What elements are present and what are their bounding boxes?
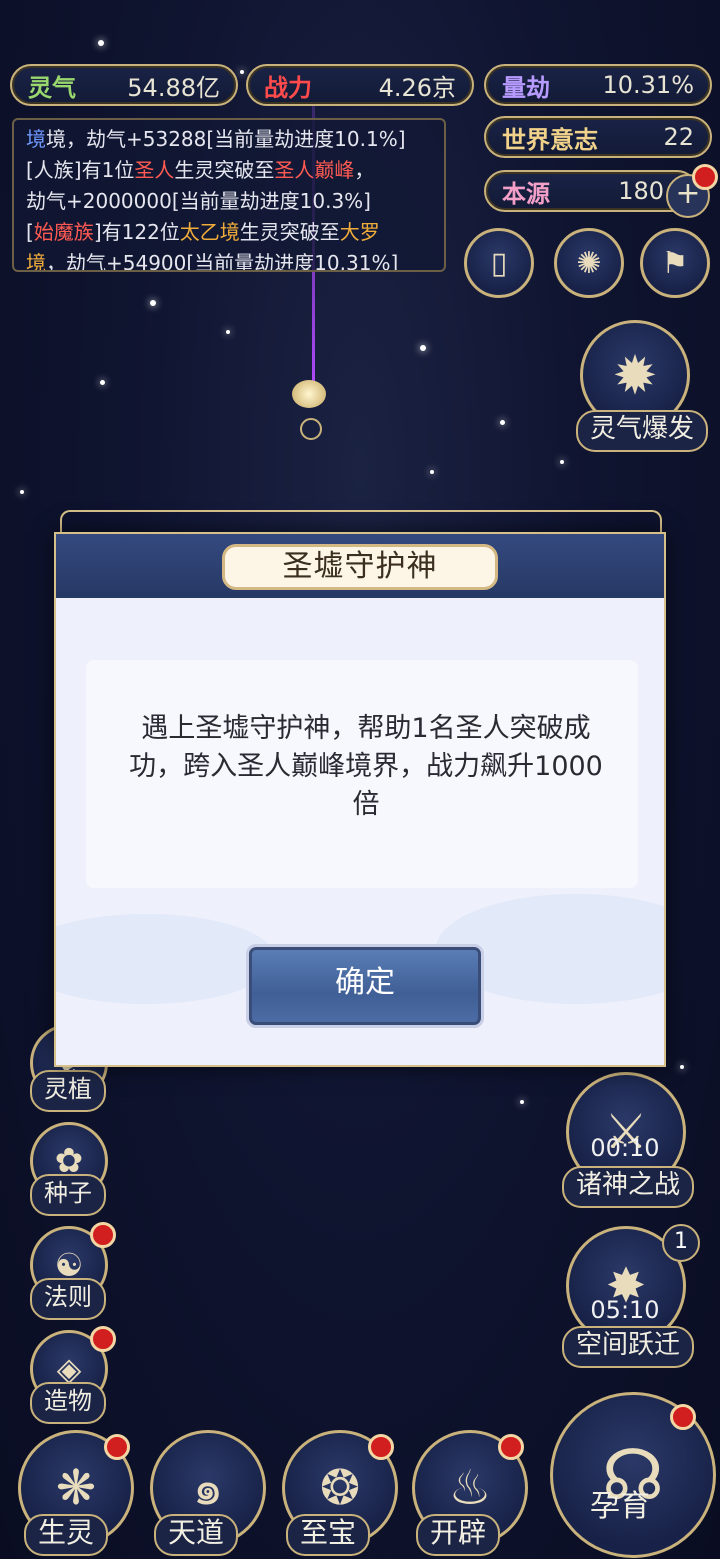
log-line: 劫气+2000000[当前量劫进度10.3%]: [26, 189, 371, 213]
treasure-icon: ❂: [319, 1460, 361, 1516]
tian-dao-label: 天道: [154, 1514, 239, 1556]
log-line: [人族]有1位圣人生灵突破至圣人巅峰，: [26, 158, 375, 182]
lingqi-value: 54.88亿: [127, 73, 220, 102]
portal-button[interactable]: ✺: [554, 228, 624, 298]
lingqi-stat: 灵气 54.88亿: [10, 64, 238, 106]
flame-icon: ♨: [448, 1460, 492, 1516]
shijie-value: 22: [663, 123, 694, 151]
space-jump-badge: 1: [662, 1224, 700, 1262]
space-jump-label: 空间跃迁: [562, 1326, 695, 1368]
liangjie-label: 量劫: [502, 73, 550, 102]
zhanli-value: 4.26京: [378, 73, 456, 102]
liangjie-value: 10.31%: [602, 71, 694, 99]
fa-ze-notification-dot: [90, 1222, 116, 1248]
flag-button[interactable]: ⚑: [640, 228, 710, 298]
fa-ze-label: 法则: [30, 1278, 106, 1320]
zhanli-stat: 战力 4.26京: [246, 64, 474, 106]
zao-wu-notification-dot: [90, 1326, 116, 1352]
burst-icon: ✹: [612, 343, 658, 407]
phoenix-icon: ❋: [55, 1460, 97, 1516]
ling-zhi-label: 灵植: [30, 1070, 106, 1112]
vortex-icon: ✺: [576, 245, 602, 281]
modal-dialog: 圣墟守护神 遇上圣墟守护神，帮助1名圣人突破成功，跨入圣人巅峰境界，战力飙升10…: [54, 532, 666, 1067]
liangjie-stat[interactable]: 量劫 10.31%: [484, 64, 712, 106]
modal-message: 遇上圣墟守护神，帮助1名圣人突破成功，跨入圣人巅峰境界，战力飙升1000倍: [129, 713, 603, 820]
gods-war-label: 诸神之战: [562, 1166, 695, 1208]
log-line: 境境，劫气+53288[当前量劫进度10.1%]: [26, 127, 406, 151]
lingqi-label: 灵气: [28, 73, 76, 102]
shijie-label: 世界意志: [502, 125, 598, 154]
sheng-ling-label: 生灵: [24, 1514, 109, 1556]
gods-war-timer: 00:10: [590, 1134, 660, 1162]
flag-icon: ⚑: [661, 245, 689, 281]
shijie-stat[interactable]: 世界意志 22: [484, 116, 712, 158]
confirm-button[interactable]: 确定: [246, 944, 484, 1028]
cloud-decoration: [56, 914, 276, 1004]
zao-wu-label: 造物: [30, 1382, 106, 1424]
kai-pi-notification-dot: [498, 1434, 524, 1460]
book-button[interactable]: ▯: [464, 228, 534, 298]
notification-dot: [692, 164, 718, 190]
yun-yu-label: 孕育: [590, 1489, 650, 1524]
benyuan-value: 180: [618, 177, 664, 205]
zhong-zi-label: 种子: [30, 1174, 106, 1216]
zhi-bao-notification-dot: [368, 1434, 394, 1460]
modal-title: 圣墟守护神: [222, 544, 498, 590]
event-log[interactable]: 境境，劫气+53288[当前量劫进度10.1%] [人族]有1位圣人生灵突破至圣…: [12, 118, 446, 272]
kai-pi-label: 开辟: [416, 1514, 501, 1556]
burst-label: 灵气爆发: [576, 410, 709, 452]
yun-yu-notification-dot: [670, 1404, 696, 1430]
zhanli-label: 战力: [264, 73, 312, 102]
benyuan-stat[interactable]: 本源 180 +: [484, 170, 710, 218]
modal-body: 遇上圣墟守护神，帮助1名圣人突破成功，跨入圣人巅峰境界，战力飙升1000倍: [86, 660, 638, 888]
sheng-ling-notification-dot: [104, 1434, 130, 1460]
glowing-orb: [292, 380, 326, 408]
log-line: 境，劫气+54900[当前量劫进度10.31%]: [26, 251, 399, 272]
zhi-bao-label: 至宝: [286, 1514, 371, 1556]
space-jump-timer: 05:10: [590, 1296, 660, 1324]
log-line: [始魔族]有122位太乙境生灵突破至大罗: [26, 220, 380, 244]
book-icon: ▯: [490, 245, 508, 281]
benyuan-label: 本源: [502, 179, 550, 208]
